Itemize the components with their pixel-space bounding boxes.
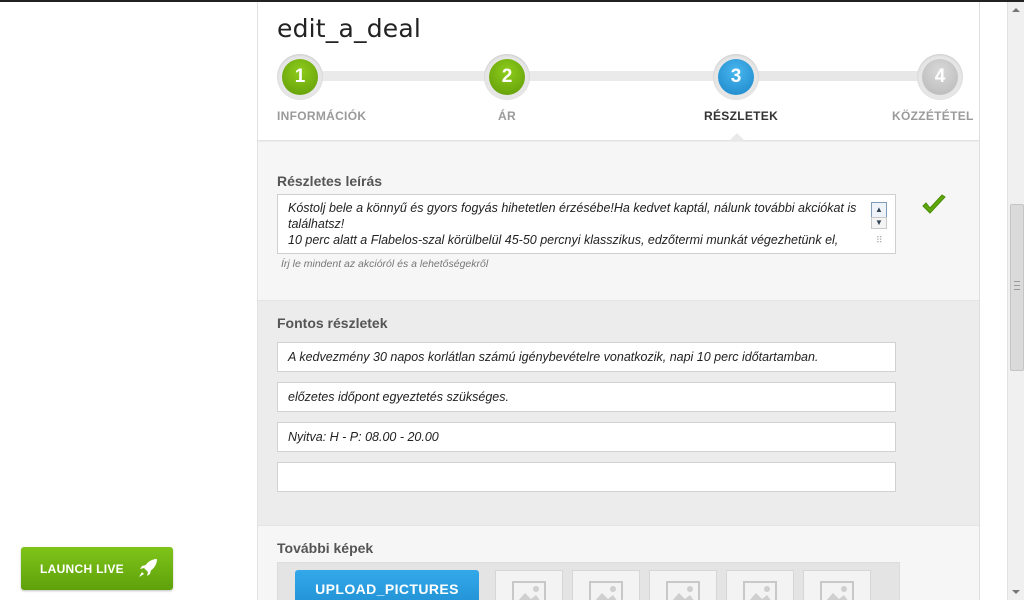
image-placeholder-icon	[666, 581, 700, 600]
step-2-label[interactable]: ÁR	[498, 109, 516, 123]
active-step-pointer	[729, 133, 745, 141]
step-4-label[interactable]: KÖZZÉTÉTEL	[892, 109, 974, 123]
detailed-description-hint: Írj le mindent az akcióról és a lehetősé…	[281, 258, 489, 270]
step-2-number: 2	[489, 59, 525, 95]
step-1-number: 1	[282, 59, 318, 95]
rocket-icon	[139, 559, 157, 577]
window-scrollbar[interactable]	[1007, 2, 1024, 600]
important-detail-value-2: előzetes időpont egyeztetés szükséges.	[288, 390, 509, 404]
important-detail-field-4[interactable]	[277, 462, 896, 492]
step-1-label[interactable]: INFORMÁCIÓK	[277, 109, 366, 123]
scroll-up-arrow-icon[interactable]	[1012, 8, 1020, 12]
important-detail-field-2[interactable]: előzetes időpont egyeztetés szükséges.	[277, 382, 896, 412]
step-4-circle[interactable]: 4	[917, 54, 963, 100]
step-3-number: 3	[718, 59, 754, 95]
scroll-down-arrow-icon[interactable]	[1012, 590, 1020, 594]
important-detail-field-3[interactable]: Nyitva: H - P: 08.00 - 20.00	[277, 422, 896, 452]
description-line-2: találhatsz!	[288, 217, 345, 231]
more-images-section: További képek UPLOAD_PICTURES	[258, 525, 979, 600]
resize-grip-icon[interactable]: ⠿	[876, 235, 883, 246]
page-title: edit_a_deal	[277, 14, 422, 43]
detailed-description-textarea[interactable]: Kóstolj bele a könnyű és gyors fogyás hi…	[277, 194, 896, 254]
important-details-section: Fontos részletek A kedvezmény 30 napos k…	[258, 300, 979, 525]
description-line-3: 10 perc alatt a Flabelos-szal körülbelül…	[288, 233, 839, 247]
detailed-description-value: Kóstolj bele a könnyű és gyors fogyás hi…	[288, 200, 860, 248]
image-placeholder-icon	[512, 581, 546, 600]
image-placeholder-icon	[743, 581, 777, 600]
launch-live-button[interactable]: LAUNCH LIVE	[21, 547, 173, 590]
textarea-scroll-up-icon[interactable]: ▲	[871, 202, 887, 218]
checkmark-icon	[922, 194, 946, 214]
step-1-circle[interactable]: 1	[277, 54, 323, 100]
scrollbar-thumb[interactable]	[1010, 204, 1024, 371]
launch-live-label: LAUNCH LIVE	[40, 562, 124, 576]
step-3-circle[interactable]: 3	[713, 54, 759, 100]
detailed-description-section: Részletes leírás Kóstolj bele a könnyű é…	[258, 141, 979, 300]
scrollbar-grip-icon	[1014, 281, 1020, 290]
important-detail-value-3: Nyitva: H - P: 08.00 - 20.00	[288, 430, 439, 444]
important-detail-field-1[interactable]: A kedvezmény 30 napos korlátlan számú ig…	[277, 342, 896, 372]
image-placeholder-5[interactable]	[803, 570, 871, 600]
image-placeholder-4[interactable]	[726, 570, 794, 600]
image-placeholder-icon	[820, 581, 854, 600]
important-detail-value-1: A kedvezmény 30 napos korlátlan számú ig…	[288, 350, 819, 364]
description-line-1: Kóstolj bele a könnyű és gyors fogyás hi…	[288, 201, 857, 215]
upload-pictures-button[interactable]: UPLOAD_PICTURES	[295, 570, 479, 600]
important-details-title: Fontos részletek	[277, 315, 388, 331]
deal-editor-panel: edit_a_deal 1 2 3 4 INFORMÁCIÓK ÁR RÉSZL…	[257, 2, 980, 600]
image-placeholder-icon	[589, 581, 623, 600]
image-placeholder-2[interactable]	[572, 570, 640, 600]
step-2-circle[interactable]: 2	[484, 54, 530, 100]
textarea-scroll-down-icon[interactable]: ▼	[871, 217, 887, 229]
more-images-title: További képek	[277, 540, 374, 556]
step-3-label[interactable]: RÉSZLETEK	[704, 109, 778, 123]
image-upload-area: UPLOAD_PICTURES	[277, 562, 900, 600]
image-placeholder-1[interactable]	[495, 570, 563, 600]
step-4-number: 4	[922, 59, 958, 95]
image-placeholder-3[interactable]	[649, 570, 717, 600]
detailed-description-title: Részletes leírás	[277, 173, 383, 189]
